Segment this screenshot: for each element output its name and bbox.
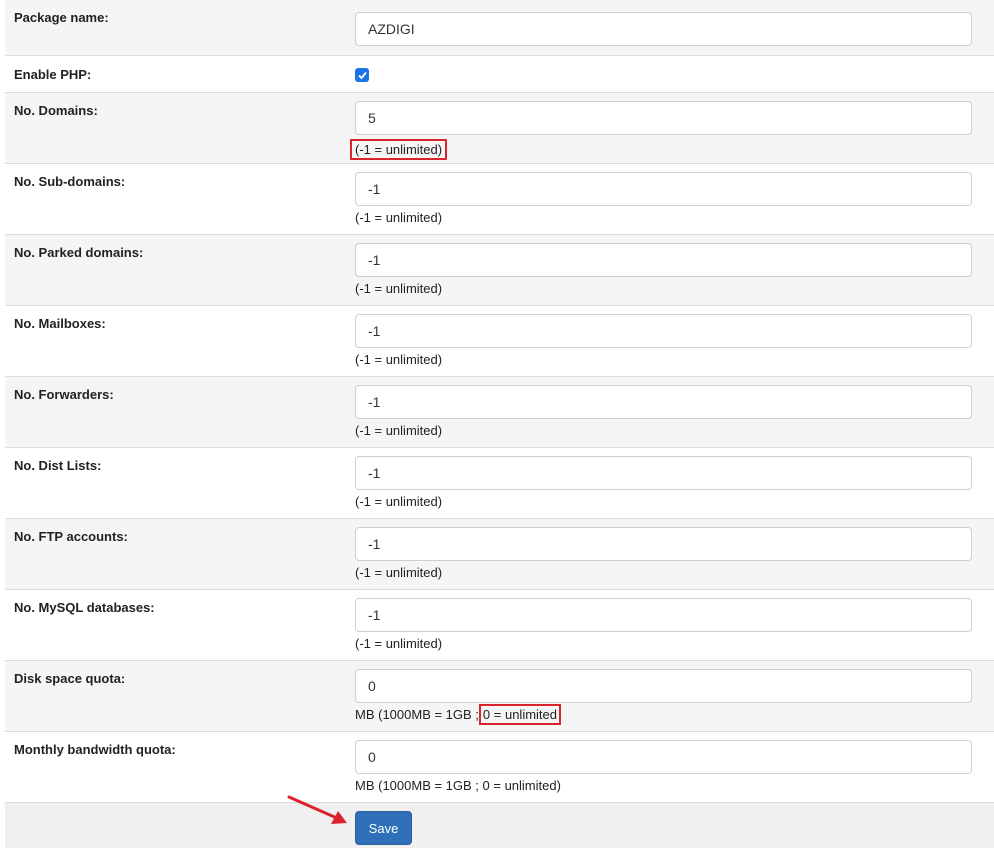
disk-space-hint-prefix: MB (1000MB = 1GB ; bbox=[355, 707, 479, 722]
bandwidth-quota-input[interactable]: 0 bbox=[355, 740, 972, 774]
sub-domains-hint: (-1 = unlimited) bbox=[355, 210, 443, 225]
row-ftp-accounts: No. FTP accounts: -1 (-1 = unlimited) bbox=[5, 518, 994, 589]
dist-lists-label: No. Dist Lists: bbox=[14, 458, 102, 473]
row-parked-domains: No. Parked domains: -1 (-1 = unlimited) bbox=[5, 234, 994, 305]
disk-space-quota-label: Disk space quota: bbox=[14, 671, 126, 686]
mysql-databases-label: No. MySQL databases: bbox=[14, 600, 155, 615]
ftp-accounts-hint: (-1 = unlimited) bbox=[355, 565, 443, 580]
row-mailboxes: No. Mailboxes: -1 (-1 = unlimited) bbox=[5, 305, 994, 376]
bandwidth-quota-hint: MB (1000MB = 1GB ; 0 = unlimited) bbox=[355, 778, 561, 793]
disk-space-quota-input[interactable]: 0 bbox=[355, 669, 972, 703]
row-bandwidth-quota: Monthly bandwidth quota: 0 MB (1000MB = … bbox=[5, 731, 994, 802]
row-package-name: Package name: AZDIGI bbox=[5, 0, 994, 55]
package-name-label: Package name: bbox=[14, 10, 109, 25]
domains-label: No. Domains: bbox=[14, 103, 98, 118]
parked-domains-input[interactable]: -1 bbox=[355, 243, 972, 277]
dist-lists-hint: (-1 = unlimited) bbox=[355, 494, 443, 509]
mysql-databases-hint: (-1 = unlimited) bbox=[355, 636, 443, 651]
enable-php-checkbox[interactable] bbox=[355, 68, 369, 82]
domains-hint-highlighted: (-1 = unlimited) bbox=[350, 139, 448, 160]
red-arrow-icon bbox=[287, 795, 347, 824]
ftp-accounts-input[interactable]: -1 bbox=[355, 527, 972, 561]
row-sub-domains: No. Sub-domains: -1 (-1 = unlimited) bbox=[5, 163, 994, 234]
parked-domains-label: No. Parked domains: bbox=[14, 245, 144, 260]
ftp-accounts-label: No. FTP accounts: bbox=[14, 529, 128, 544]
forwarders-label: No. Forwarders: bbox=[14, 387, 114, 402]
package-name-input[interactable]: AZDIGI bbox=[355, 12, 972, 46]
save-button[interactable]: Save bbox=[355, 811, 412, 845]
mailboxes-label: No. Mailboxes: bbox=[14, 316, 106, 331]
disk-space-quota-hint: MB (1000MB = 1GB ; 0 = unlimited bbox=[355, 704, 561, 725]
mailboxes-hint: (-1 = unlimited) bbox=[355, 352, 443, 367]
row-dist-lists: No. Dist Lists: -1 (-1 = unlimited) bbox=[5, 447, 994, 518]
check-icon bbox=[357, 71, 367, 79]
mailboxes-input[interactable]: -1 bbox=[355, 314, 972, 348]
row-enable-php: Enable PHP: bbox=[5, 55, 994, 92]
bandwidth-quota-label: Monthly bandwidth quota: bbox=[14, 742, 176, 757]
parked-domains-hint: (-1 = unlimited) bbox=[355, 281, 443, 296]
domains-input[interactable]: 5 bbox=[355, 101, 972, 135]
row-disk-space-quota: Disk space quota: 0 MB (1000MB = 1GB ; 0 … bbox=[5, 660, 994, 731]
row-mysql-databases: No. MySQL databases: -1 (-1 = unlimited) bbox=[5, 589, 994, 660]
forwarders-input[interactable]: -1 bbox=[355, 385, 972, 419]
mysql-databases-input[interactable]: -1 bbox=[355, 598, 972, 632]
forwarders-hint: (-1 = unlimited) bbox=[355, 423, 443, 438]
row-domains: No. Domains: 5 (-1 = unlimited) bbox=[5, 92, 994, 163]
disk-space-hint-highlighted: 0 = unlimited bbox=[478, 704, 561, 725]
dist-lists-input[interactable]: -1 bbox=[355, 456, 972, 490]
row-forwarders: No. Forwarders: -1 (-1 = unlimited) bbox=[5, 376, 994, 447]
sub-domains-label: No. Sub-domains: bbox=[14, 174, 126, 189]
sub-domains-input[interactable]: -1 bbox=[355, 172, 972, 206]
form-footer: Save bbox=[5, 802, 994, 848]
enable-php-label: Enable PHP: bbox=[14, 67, 92, 82]
